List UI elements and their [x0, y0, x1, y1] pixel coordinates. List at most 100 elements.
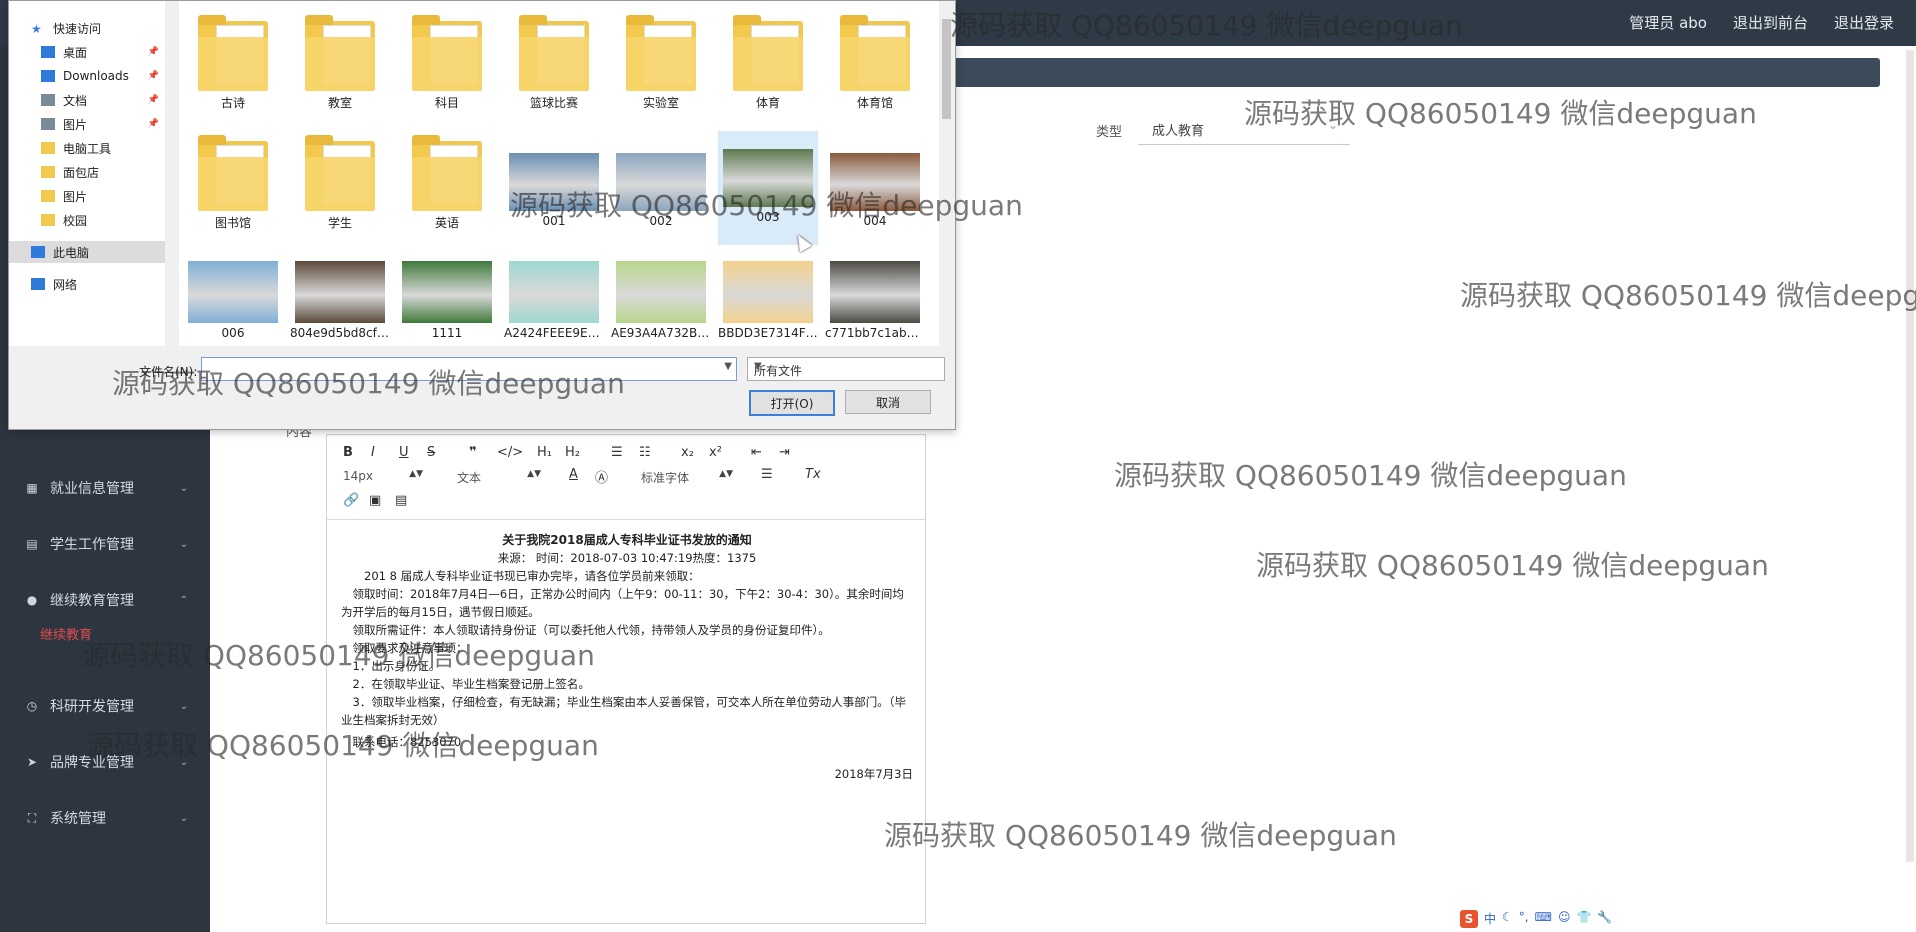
highlight-icon[interactable]: Ⓐ [595, 467, 608, 486]
admin-user-label[interactable]: 管理员 abo [1629, 12, 1707, 33]
nav-item[interactable]: 图片 📌 [9, 113, 165, 135]
font-family-select[interactable]: 标准字体 ▲▼ [641, 469, 733, 486]
image-file-item[interactable]: AE93A4A732BD66AC5EFC337E [611, 255, 711, 340]
image-file-item[interactable]: 1111 [397, 255, 497, 340]
watermark: 源码获取 QQ86050149 微信deepguan [82, 639, 595, 672]
quote-icon[interactable]: ❞ [469, 445, 477, 460]
nav-item-label: 文档 [63, 93, 88, 108]
sidebar-item-system[interactable]: ⛶ 系统管理 ⌄ [0, 798, 210, 838]
nav-item[interactable]: 校园 [9, 209, 165, 231]
dialog-file-grid: 古诗 教室 科目 篮球比赛 实验室 体育 体育馆 图书馆 学生 英语 001 002 003 004 006… [179, 1, 939, 346]
file-name-label: 教室 [327, 96, 352, 110]
ordered-list-icon[interactable]: ☰ [611, 445, 623, 460]
video-icon[interactable]: ▤ [395, 493, 407, 508]
folder-item[interactable]: 科目 [397, 15, 497, 111]
nav-item-label: 桌面 [63, 45, 88, 60]
nav-item[interactable]: 电脑工具 [9, 137, 165, 159]
image-thumbnail [509, 261, 599, 323]
image-file-item[interactable]: c771bb7c1ab320c83f9b4734c0 [825, 255, 925, 340]
folder-item[interactable]: 图书馆 [183, 135, 283, 231]
image-icon[interactable]: ▣ [369, 493, 381, 508]
indent-icon[interactable]: ⇥ [779, 445, 790, 460]
font-size-select[interactable]: 14px ▲▼ [343, 469, 423, 483]
image-file-item[interactable]: A2424FEEE9E2362C0BD856E5E [504, 255, 604, 340]
picture-icon [41, 118, 55, 130]
folder-item[interactable]: 篮球比赛 [504, 15, 604, 111]
file-grid-scrollbar[interactable] [939, 1, 954, 346]
clock-icon: ◷ [26, 699, 38, 713]
nav-item[interactable]: Downloads 📌 [9, 65, 165, 87]
text-color-icon[interactable]: A [569, 467, 578, 482]
bold-icon[interactable]: B [343, 445, 353, 460]
nav-item-label: 网络 [53, 277, 78, 292]
moon-icon: ☾ [1502, 910, 1513, 924]
italic-icon[interactable]: I [371, 445, 375, 460]
folder-icon [840, 15, 910, 91]
cancel-button[interactable]: 取消 [845, 390, 931, 414]
nav-item[interactable]: 面包店 [9, 161, 165, 183]
bullet-list-icon[interactable]: ☷ [639, 445, 651, 460]
watermark: 源码获取 QQ86050149 微信deepguan [1256, 549, 1769, 582]
logout-link[interactable]: 退出登录 [1834, 12, 1894, 33]
file-name-label: 古诗 [220, 96, 245, 110]
watermark: 源码获取 QQ86050149 微信deepguan [884, 819, 1397, 852]
folder-item[interactable]: 教室 [290, 15, 390, 111]
file-name-label: 学生 [327, 216, 352, 230]
exit-to-front-link[interactable]: 退出到前台 [1733, 12, 1808, 33]
image-thumbnail [402, 261, 492, 323]
type-value: 成人教育 [1152, 124, 1205, 139]
file-name-label: A2424FEEE9E2362C0BD856E5E [504, 326, 604, 340]
folder-item[interactable]: 学生 [290, 135, 390, 231]
file-name-label: AE93A4A732BD66AC5EFC337E [611, 326, 711, 340]
nav-item[interactable]: 桌面 📌 [9, 41, 165, 63]
open-button[interactable]: 打开(O) [749, 390, 835, 416]
menu-icon: ▦ [26, 481, 38, 495]
folder-icon [412, 15, 482, 91]
ime-toolbar[interactable]: S 中 ☾ °, ⌨ ☺ 👕 🔧 [1460, 910, 1612, 928]
nav-item[interactable]: 网络 [9, 273, 165, 295]
align-icon[interactable]: ☰ [761, 467, 773, 482]
folder-item[interactable]: 古诗 [183, 15, 283, 111]
folder-icon [733, 15, 803, 91]
superscript-icon[interactable]: x² [709, 445, 722, 460]
page-scrollbar[interactable] [1906, 50, 1914, 862]
image-file-item[interactable]: 804e9d5bd8cf9ff23c412379dc5 [290, 255, 390, 340]
chevron-down-icon: ⌄ [179, 700, 188, 712]
block-format-select[interactable]: 文本 ▲▼ [457, 469, 541, 486]
sidebar-item-student-work[interactable]: ▤ 学生工作管理 ⌄ [0, 524, 210, 564]
send-icon: ➤ [26, 755, 38, 769]
link-icon[interactable]: 🔗 [343, 493, 359, 508]
dialog-nav-pane: ★ 快速访问 桌面 📌 Downloads 📌 文档 📌 图片 📌 电脑工具 面包店 图片 校园此电脑网络 [9, 1, 165, 346]
code-icon[interactable]: </> [497, 445, 523, 460]
font-family-value: 标准字体 [641, 471, 690, 485]
sidebar-item-continuing-education[interactable]: ● 继续教育管理 ⌃ [0, 580, 210, 620]
folder-item[interactable]: 体育馆 [825, 15, 925, 111]
file-name-label: 体育馆 [856, 96, 893, 110]
outdent-icon[interactable]: ⇤ [751, 445, 762, 460]
image-file-item[interactable]: 006 [183, 255, 283, 340]
sidebar-item-research[interactable]: ◷ 科研开发管理 ⌄ [0, 686, 210, 726]
clear-format-icon[interactable]: Tx [805, 467, 821, 482]
nav-item-label: Downloads [63, 69, 129, 83]
editor-toolbar: B I U S ❞ </> H₁ H₂ ☰ ☷ x₂ x² ⇤ ⇥ 14px ▲… [327, 435, 925, 520]
sidebar-item-employment[interactable]: ▦ 就业信息管理 ⌄ [0, 468, 210, 508]
nav-item[interactable]: 图片 [9, 185, 165, 207]
strikethrough-icon[interactable]: S [427, 445, 435, 460]
image-thumbnail [188, 261, 278, 323]
doc-date: 2018年7月3日 [834, 767, 913, 781]
nav-item[interactable]: 文档 📌 [9, 89, 165, 111]
watermark: 源码获取 QQ86050149 微信deepguan [1244, 97, 1757, 130]
nav-item[interactable]: ★ 快速访问 [9, 17, 165, 39]
heading2-icon[interactable]: H₂ [565, 445, 580, 460]
subscript-icon[interactable]: x₂ [681, 445, 694, 460]
folder-item[interactable]: 体育 [718, 15, 818, 111]
image-file-item[interactable]: BBDD3E7314F89371E20B3DA1 [718, 255, 818, 340]
folder-item[interactable]: 实验室 [611, 15, 711, 111]
nav-item[interactable]: 此电脑 [9, 241, 165, 263]
filetype-select[interactable]: 所有文件 ▼ [747, 357, 945, 381]
underline-icon[interactable]: U [399, 445, 409, 460]
folder-item[interactable]: 英语 [397, 135, 497, 231]
rich-text-editor[interactable]: B I U S ❞ </> H₁ H₂ ☰ ☷ x₂ x² ⇤ ⇥ 14px ▲… [326, 434, 926, 924]
watermark: 源码获取 QQ86050149 微信deepguan [1114, 459, 1627, 492]
heading1-icon[interactable]: H₁ [537, 445, 552, 460]
